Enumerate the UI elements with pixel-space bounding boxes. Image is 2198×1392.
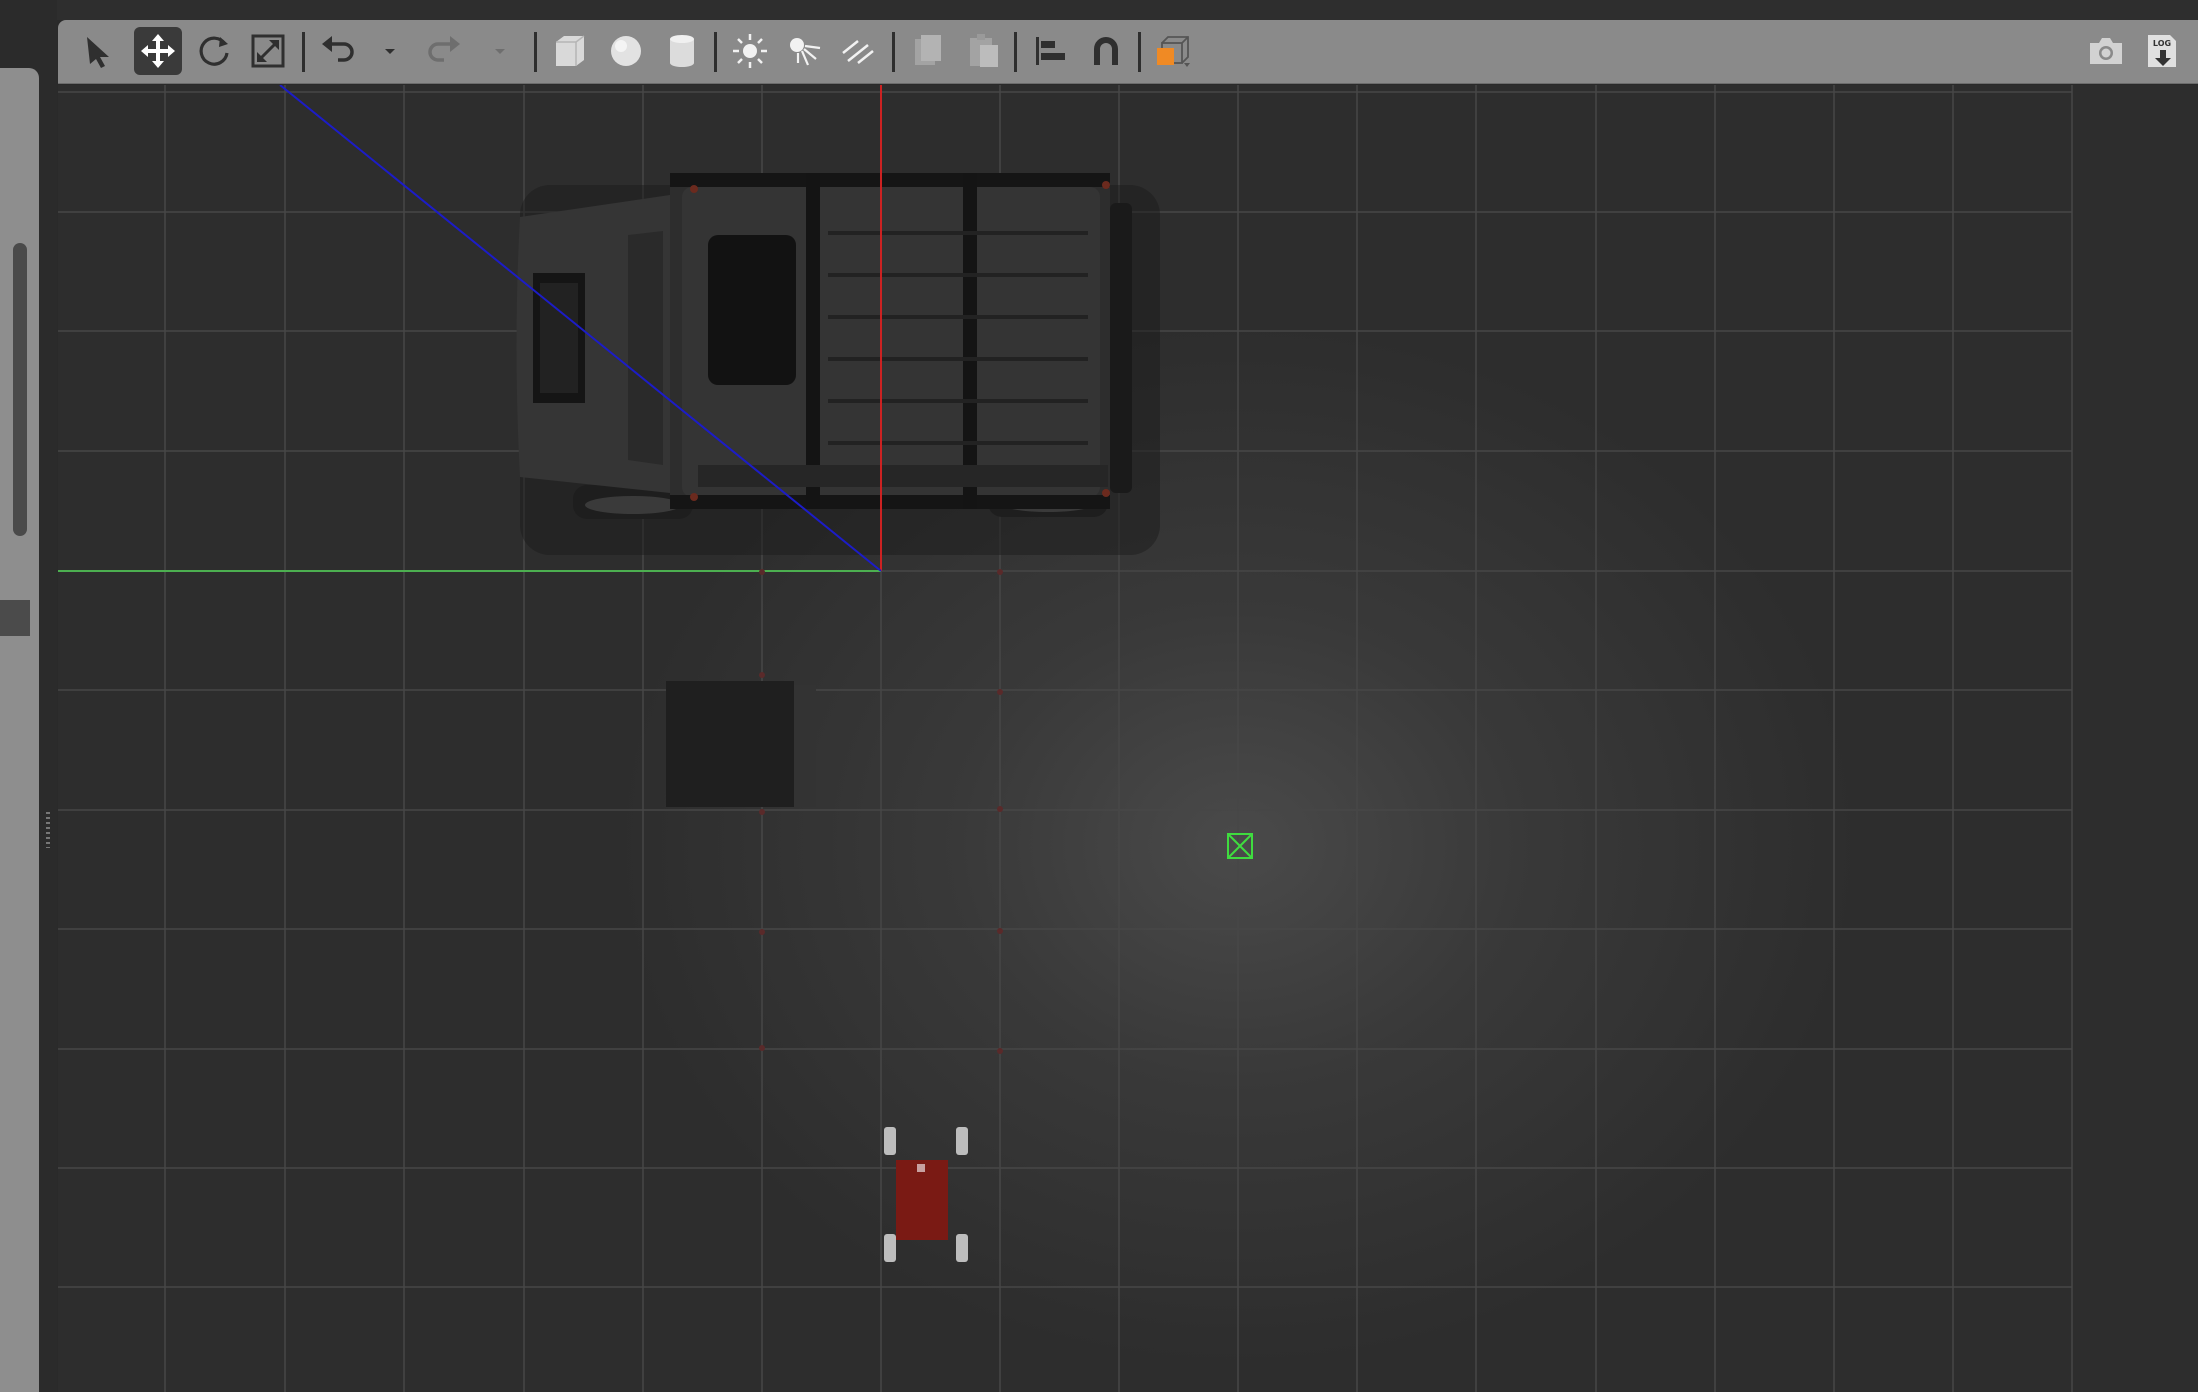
camera-icon (2090, 38, 2122, 64)
log-download-icon: LOG (2148, 35, 2176, 67)
toolbar-separator (1014, 32, 1017, 72)
suv-model[interactable] (516, 173, 1161, 555)
box-icon (556, 35, 585, 66)
cylinder-shape-button[interactable] (658, 27, 706, 75)
spotlight-icon (790, 38, 821, 66)
toolbar-separator (534, 32, 537, 72)
sphere-icon (611, 36, 641, 66)
gazebo-window: LOG (0, 0, 2198, 1392)
point-light-button[interactable] (726, 27, 774, 75)
svg-text:LOG: LOG (2153, 39, 2171, 48)
directional-light-icon (842, 40, 874, 64)
paste-button[interactable] (960, 27, 1008, 75)
toolbar-separator (714, 32, 717, 72)
title-strip (0, 0, 2198, 20)
cylinder-icon (670, 35, 694, 67)
redo-icon (428, 36, 460, 62)
toolbar: LOG (58, 20, 2198, 84)
directional-light-button[interactable] (834, 27, 882, 75)
spot-light-button[interactable] (780, 27, 828, 75)
target-marker[interactable] (1227, 833, 1253, 859)
left-panel-scrollbar[interactable] (13, 243, 27, 536)
scene-render (58, 85, 2073, 1392)
translate-tool[interactable] (134, 27, 182, 75)
screenshot-button[interactable] (2082, 27, 2130, 75)
paste-icon (970, 34, 998, 67)
rotate-icon (199, 36, 229, 66)
toolbar-separator (1138, 32, 1141, 72)
chevron-down-icon (385, 49, 395, 54)
left-panel-collapse-tab[interactable] (0, 600, 30, 636)
undo-button[interactable] (314, 27, 362, 75)
scale-tool[interactable] (244, 27, 292, 75)
sphere-shape-button[interactable] (602, 27, 650, 75)
toolbar-separator (302, 32, 305, 72)
box-obstacle[interactable] (666, 681, 816, 807)
undo-icon (322, 36, 354, 62)
align-left-icon (1036, 37, 1065, 65)
chevron-down-icon (495, 49, 505, 54)
mobile-robot[interactable] (884, 1127, 968, 1262)
align-button[interactable] (1026, 27, 1074, 75)
view-angle-button[interactable] (1148, 27, 1196, 75)
undo-history-dropdown[interactable] (378, 27, 402, 75)
rotate-tool[interactable] (190, 27, 238, 75)
select-tool[interactable] (74, 27, 122, 75)
sun-icon (733, 34, 767, 68)
left-panel (0, 0, 57, 1392)
scene-viewport[interactable] (58, 85, 2198, 1392)
magnet-icon (1094, 37, 1118, 65)
arrow-pointer-icon (87, 37, 109, 68)
redo-button[interactable] (420, 27, 468, 75)
move-arrows-icon (141, 34, 175, 68)
box-shape-button[interactable] (546, 27, 594, 75)
copy-button[interactable] (904, 27, 952, 75)
panel-resize-handle[interactable] (46, 812, 50, 848)
redo-history-dropdown[interactable] (488, 27, 512, 75)
copy-icon (915, 35, 941, 65)
log-button[interactable]: LOG (2138, 27, 2186, 75)
snap-button[interactable] (1082, 27, 1130, 75)
toolbar-separator (892, 32, 895, 72)
view-cube-icon (1157, 36, 1190, 67)
scale-icon (251, 34, 285, 68)
